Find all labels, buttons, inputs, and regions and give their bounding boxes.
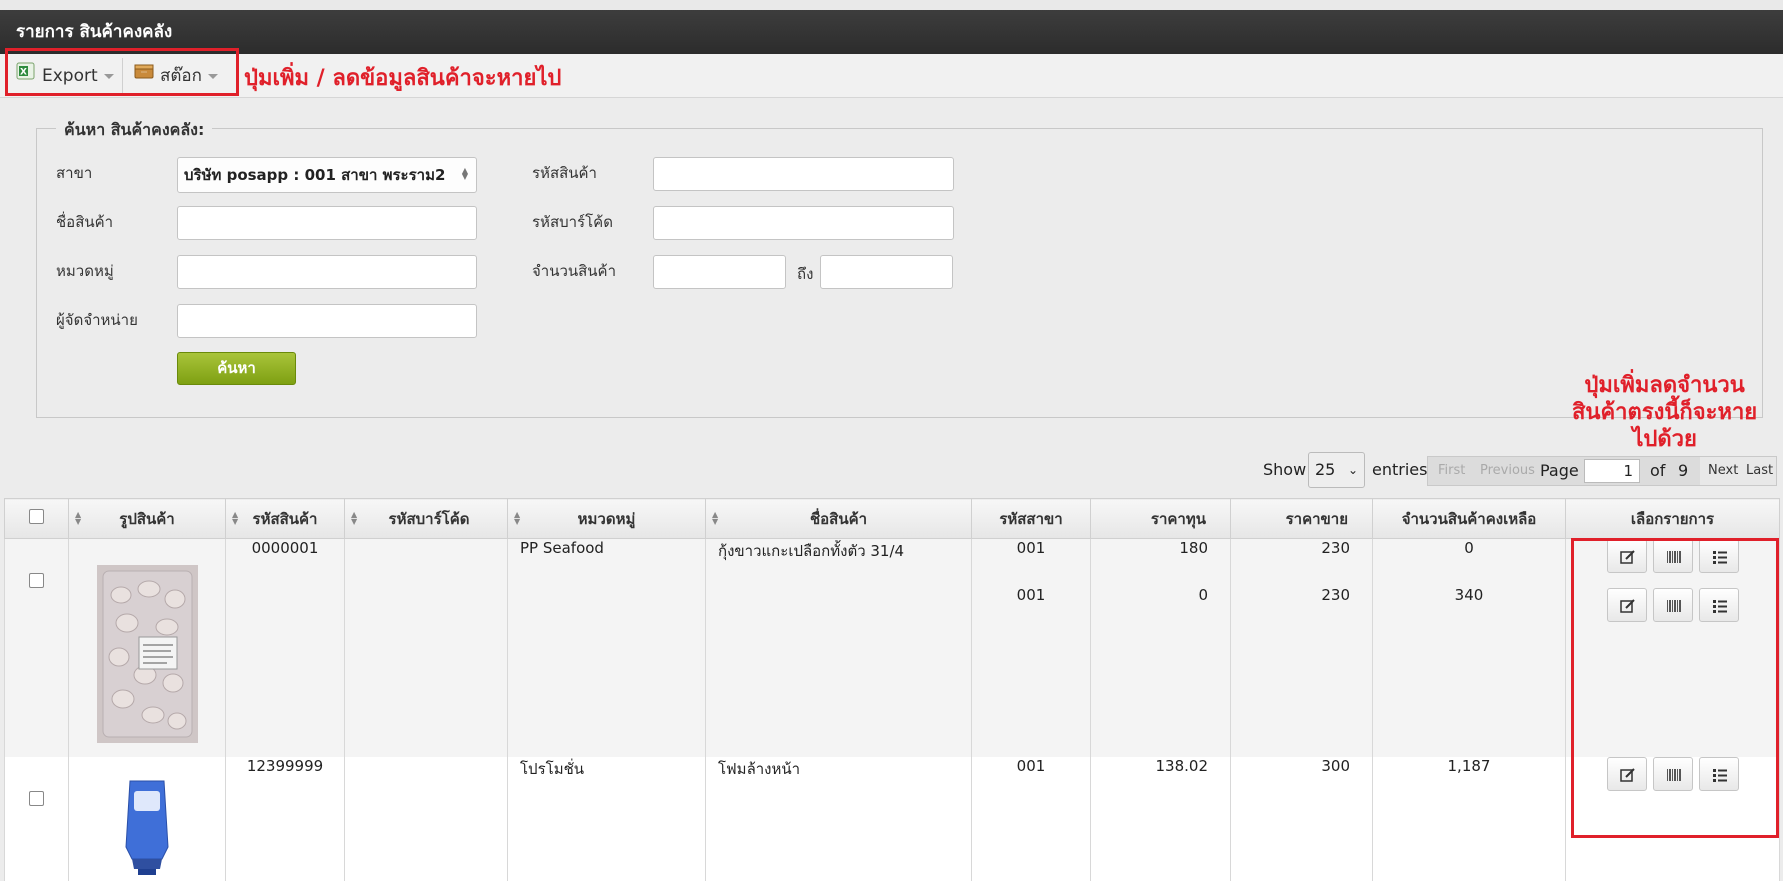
product-code: 0000001 [251, 539, 319, 557]
column-header-label: รหัสสาขา [999, 509, 1063, 528]
sort-icon: ▲ ▼ [514, 510, 521, 526]
column-header-category[interactable]: ▲ ▼ หมวดหมู่ [507, 498, 706, 539]
product-code-input[interactable] [653, 157, 954, 191]
quantity-to-input[interactable] [820, 255, 953, 289]
page-title: รายการ สินค้าคงคลัง [0, 10, 1783, 54]
row-checkbox[interactable] [29, 790, 44, 806]
chevron-down-icon: ⌄ [1347, 463, 1358, 477]
sort-icon: ▲ ▼ [351, 510, 358, 526]
quantity-to-label: ถึง [797, 265, 814, 283]
barcode-input[interactable] [653, 206, 954, 240]
supplier-label: ผู้จัดจำหน่าย [56, 311, 138, 329]
branch-select-value: บริษัท posapp : 001 สาขา พระราม2 [184, 166, 446, 184]
inventory-table: ▲ ▼ รูปสินค้า ▲ ▼ รหัสสินค้า ▲ ▼ รหัสบาร์โค้ด … [4, 498, 1780, 881]
toolbar-highlight-box [5, 48, 239, 96]
category-input[interactable] [177, 255, 477, 289]
product-image[interactable] [96, 565, 198, 743]
page-number-input[interactable]: 1 [1584, 459, 1640, 483]
stock-remaining: 1,187 [1447, 756, 1491, 775]
toolbar-annotation: ปุ่มเพิ่ม / ลดข้อมูลสินค้าจะหายไป [244, 66, 562, 91]
product-name-input[interactable] [177, 206, 477, 240]
column-header-label: ราคาขาย [1285, 509, 1348, 528]
previous-page-button[interactable]: Previous [1480, 457, 1535, 485]
branch-code: 001 [1016, 586, 1046, 604]
entries-label: entries [1372, 460, 1428, 479]
cost-price: 180 [1179, 539, 1208, 557]
product-category: โปรโมชั่น [520, 759, 585, 778]
next-page-button[interactable]: Next [1708, 457, 1738, 485]
category-label: หมวดหมู่ [56, 262, 114, 280]
show-label: Show [1263, 460, 1307, 479]
product-code: 12399999 [246, 756, 324, 775]
table-row: 12399999 โปรโมชั่น โฟมล้างหน้า 001 138.0… [4, 756, 1780, 881]
branch-label: สาขา [56, 164, 93, 182]
last-page-button[interactable]: Last [1746, 457, 1773, 485]
barcode-label: รหัสบาร์โค้ด [532, 213, 613, 231]
select-arrows-icon: ▲ ▼ [461, 166, 468, 181]
page-label: Page [1540, 461, 1579, 480]
branch-code: 001 [1016, 539, 1046, 557]
table-row: 0000001 PP Seafood กุ้งขาวแกะเปลือกทั้งต… [4, 538, 1780, 757]
search-legend: ค้นหา สินค้าคงคลัง: [56, 118, 213, 143]
column-header-label: ราคาทุน [1150, 509, 1206, 528]
column-header-label: ชื่อสินค้า [809, 509, 868, 528]
quantity-label: จำนวนสินค้า [532, 262, 617, 280]
entries-select-value: 25 [1315, 460, 1336, 479]
sort-icon: ▲ ▼ [232, 510, 239, 526]
column-header-label: รูปสินค้า [119, 509, 175, 528]
column-header-label: หมวดหมู่ [577, 509, 636, 528]
actions-annotation-line: สินค้าตรงนี้ก็จะหาย [1572, 400, 1758, 425]
supplier-input[interactable] [177, 304, 477, 338]
stock-remaining: 0 [1464, 539, 1474, 557]
column-header-label: เลือกรายการ [1630, 509, 1715, 528]
column-header-actions: เลือกรายการ [1565, 498, 1780, 539]
cost-price: 138.02 [1155, 756, 1209, 775]
column-header-label: รหัสสินค้า [252, 509, 318, 528]
quantity-from-input[interactable] [653, 255, 786, 289]
product-name: กุ้งขาวแกะเปลือกทั้งตัว 31/4 [718, 542, 905, 560]
select-all-checkbox[interactable] [29, 509, 44, 524]
cost-price: 0 [1198, 586, 1208, 604]
actions-annotation-line: ไปด้วย [1632, 427, 1697, 452]
product-image-cell [68, 756, 226, 881]
first-page-button[interactable]: First [1438, 457, 1465, 485]
product-name-label: ชื่อสินค้า [56, 213, 114, 231]
sale-price: 230 [1321, 539, 1350, 557]
product-image-cell [68, 538, 226, 757]
search-button[interactable]: ค้นหา [177, 352, 296, 385]
column-header-price[interactable]: ราคาขาย [1230, 498, 1373, 539]
branch-select[interactable]: บริษัท posapp : 001 สาขา พระราม2 ▲ ▼ [177, 157, 477, 193]
sort-icon: ▲ ▼ [712, 510, 719, 526]
table-header-row: ▲ ▼ รูปสินค้า ▲ ▼ รหัสสินค้า ▲ ▼ รหัสบาร์โค้ด … [4, 498, 1780, 539]
branch-code: 001 [1016, 756, 1046, 775]
sale-price: 230 [1321, 586, 1350, 604]
actions-annotation-line: ปุ่มเพิ่มลดจำนวน [1584, 373, 1745, 398]
column-header-label: จำนวนสินค้าคงเหลือ [1401, 509, 1537, 528]
pagination-bar: First Previous Page 1 of 9 Next Last [1427, 456, 1777, 486]
column-header-name[interactable]: ▲ ▼ ชื่อสินค้า [705, 498, 972, 539]
sort-icon: ▲ ▼ [75, 510, 82, 526]
column-header-barcode[interactable]: ▲ ▼ รหัสบาร์โค้ด [344, 498, 508, 539]
top-band [0, 0, 1783, 10]
column-header-label: รหัสบาร์โค้ด [388, 509, 470, 528]
column-header-cost[interactable]: ราคาทุน [1090, 498, 1231, 539]
select-all-header [4, 498, 69, 539]
product-name: โฟมล้างหน้า [718, 759, 801, 778]
product-image[interactable] [112, 777, 182, 877]
sale-price: 300 [1321, 756, 1350, 775]
stock-remaining: 340 [1454, 586, 1484, 604]
actions-highlight-box [1571, 538, 1779, 838]
entries-select[interactable]: 25 ⌄ [1308, 452, 1365, 488]
actions-annotation: ปุ่มเพิ่มลดจำนวน สินค้าตรงนี้ก็จะหาย ไปด… [1572, 372, 1757, 453]
product-category: PP Seafood [520, 539, 604, 557]
column-header-branch[interactable]: รหัสสาขา [971, 498, 1091, 539]
column-header-stock[interactable]: จำนวนสินค้าคงเหลือ [1372, 498, 1566, 539]
of-label: of [1650, 461, 1666, 480]
column-header-image[interactable]: ▲ ▼ รูปสินค้า [68, 498, 226, 539]
row-checkbox[interactable] [29, 573, 44, 588]
total-pages: 9 [1678, 461, 1689, 480]
column-header-code[interactable]: ▲ ▼ รหัสสินค้า [225, 498, 345, 539]
product-code-label: รหัสสินค้า [532, 164, 597, 182]
